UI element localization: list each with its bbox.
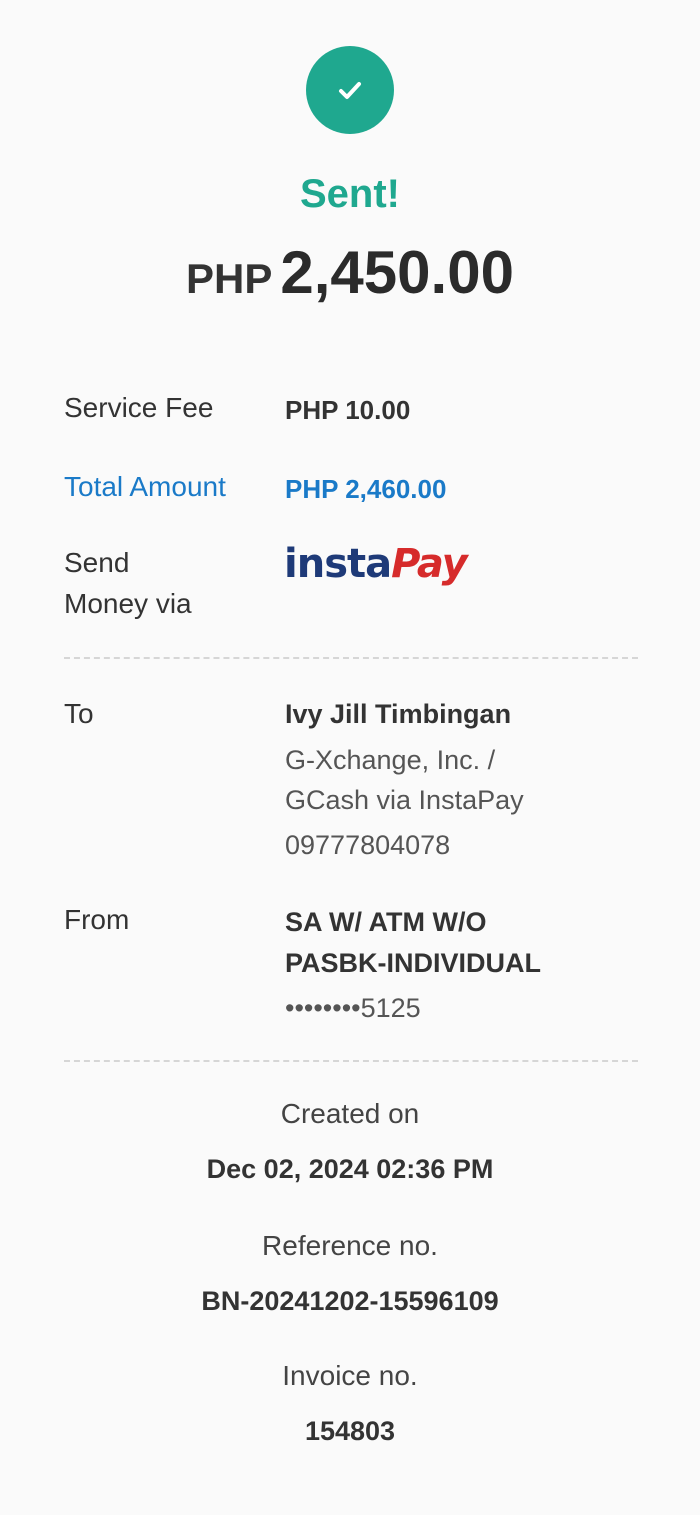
check-icon: [339, 82, 361, 99]
total-amount-value: PHP 2,460.00: [285, 474, 447, 504]
sent-amount: PHP 2,450.00: [0, 238, 700, 307]
service-fee-label: Service Fee: [64, 392, 214, 423]
reference-value: BN-20241202-15596109: [201, 1286, 499, 1316]
invoice-label: Invoice no.: [282, 1360, 418, 1391]
status-title: Sent!: [300, 172, 400, 216]
recipient-name: Ivy Jill Timbingan: [285, 699, 512, 729]
instapay-logo: insta Pay: [284, 534, 468, 590]
amount-value: 2,450.00: [280, 239, 514, 306]
created-on-label: Created on: [280, 1098, 420, 1129]
total-amount-label: Total Amount: [64, 471, 226, 502]
invoice-value: 154803: [304, 1416, 396, 1446]
send-via-label-line2: Money via: [64, 588, 192, 619]
send-via-label-line1: Send: [64, 547, 130, 578]
recipient-account: 09777804078: [285, 830, 451, 860]
source-account-type-line1: SA W/ ATM W/O: [285, 907, 487, 937]
source-account-type-line2: PASBK-INDIVIDUAL: [285, 948, 541, 978]
to-label: To: [64, 698, 94, 729]
divider: [64, 1060, 638, 1062]
instapay-logo-insta: insta: [284, 541, 392, 587]
source-account-number: ••••••••5125: [285, 993, 421, 1023]
from-label: From: [64, 904, 130, 935]
success-badge: [306, 46, 394, 134]
divider: [64, 657, 638, 659]
reference-label: Reference no.: [262, 1230, 438, 1261]
recipient-bank-line2: GCash via InstaPay: [285, 785, 524, 815]
instapay-logo-pay: Pay: [391, 541, 468, 587]
recipient-bank-line1: G-Xchange, Inc. /: [285, 745, 496, 775]
service-fee-value: PHP 10.00: [285, 395, 411, 425]
amount-currency: PHP: [186, 255, 273, 302]
created-on-value: Dec 02, 2024 02:36 PM: [206, 1154, 494, 1184]
